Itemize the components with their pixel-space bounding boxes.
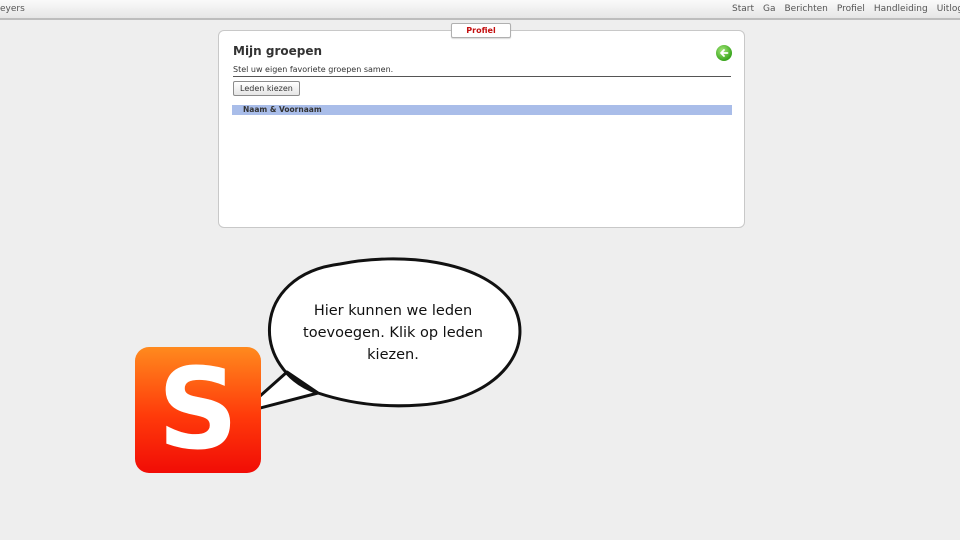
logo-letter: S [157,345,239,475]
smartschool-logo-icon: S [135,347,261,473]
bubble-text: Hier kunnen we leden toevoegen. Klik op … [303,303,483,363]
